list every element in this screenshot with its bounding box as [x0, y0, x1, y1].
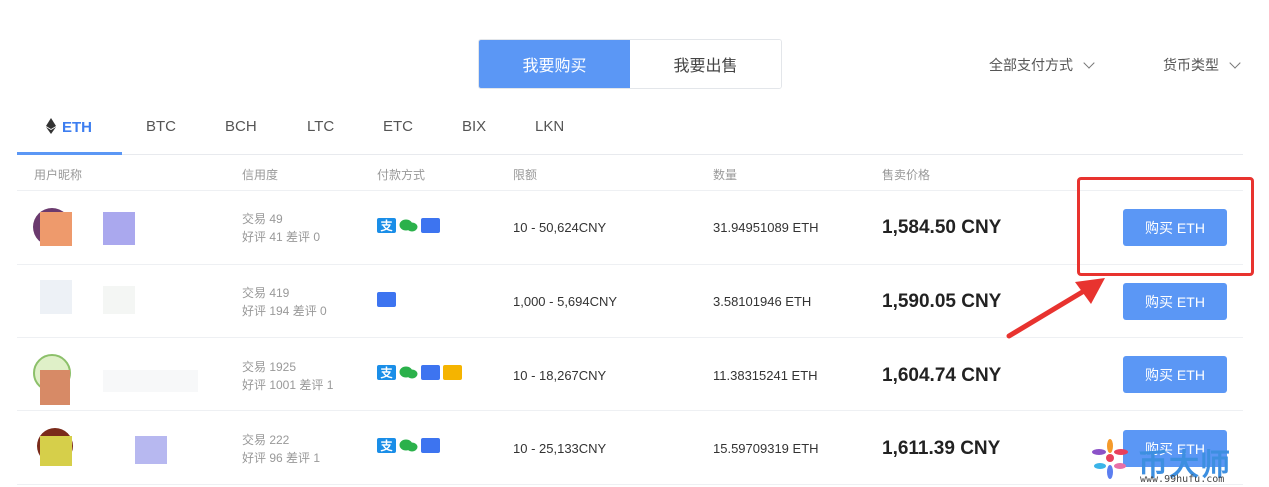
tab-lkn[interactable]: LKN: [535, 118, 564, 135]
bank-card-icon: [377, 292, 396, 307]
currency-type-label: 货币类型: [1163, 57, 1219, 73]
tab-ltc[interactable]: LTC: [307, 118, 334, 135]
sell-price: 1,611.39 CNY: [882, 438, 1001, 459]
bank-card-icon: [421, 438, 440, 453]
highlight-box: [1077, 177, 1254, 276]
chevron-down-icon: [1083, 57, 1095, 69]
column-amount: 数量: [713, 168, 738, 182]
row-divider: [17, 410, 1243, 411]
column-price: 售卖价格: [882, 168, 931, 182]
wechat-icon: [399, 439, 418, 452]
buy-sell-toggle: 我要购买 我要出售: [478, 39, 782, 89]
column-credit: 信用度: [242, 168, 279, 182]
payment-method-dropdown[interactable]: 全部支付方式: [989, 55, 1095, 75]
trade-count: 交易 419: [242, 286, 290, 300]
available-amount: 31.94951089 ETH: [713, 220, 819, 235]
user-nickname[interactable]: [135, 436, 167, 464]
payment-method-label: 全部支付方式: [989, 57, 1073, 73]
user-nickname[interactable]: [103, 370, 198, 392]
alipay-icon: 支: [377, 218, 396, 233]
available-amount: 15.59709319 ETH: [713, 441, 819, 456]
tab-btc[interactable]: BTC: [146, 118, 176, 135]
payment-methods: 支: [377, 438, 440, 453]
ethereum-icon: [46, 118, 56, 134]
wechat-icon: [399, 219, 418, 232]
review-summary: 好评 96 差评 1: [242, 451, 321, 465]
available-amount: 11.38315241 ETH: [713, 368, 818, 383]
payment-methods: 支: [377, 365, 462, 380]
chevron-down-icon: [1229, 57, 1241, 69]
tab-bix[interactable]: BIX: [462, 118, 486, 135]
avatar: [40, 436, 72, 466]
sell-price: 1,604.74 CNY: [882, 365, 1002, 386]
sell-tab-button[interactable]: 我要出售: [630, 40, 781, 88]
tab-etc[interactable]: ETC: [383, 118, 413, 135]
trade-limit: 10 - 50,624CNY: [513, 220, 607, 235]
row-divider: [17, 190, 1243, 191]
buy-tab-button[interactable]: 我要购买: [479, 40, 630, 88]
review-summary: 好评 194 差评 0: [242, 304, 327, 318]
sell-price: 1,590.05 CNY: [882, 291, 1002, 312]
bank-card-icon: [421, 365, 440, 380]
trade-count: 交易 49: [242, 212, 283, 226]
user-nickname[interactable]: [103, 212, 135, 245]
tab-eth[interactable]: ETH: [46, 118, 92, 136]
row-divider: [17, 484, 1243, 485]
annotation-arrow-icon: [1006, 278, 1105, 339]
trade-limit: 10 - 18,267CNY: [513, 368, 607, 383]
review-summary: 好评 1001 差评 1: [242, 378, 334, 392]
sell-price: 1,584.50 CNY: [882, 217, 1002, 238]
avatar: [40, 370, 70, 405]
trade-count: 交易 1925: [242, 360, 297, 374]
wechat-icon: [399, 366, 418, 379]
buy-eth-button[interactable]: 购买 ETH: [1123, 356, 1227, 393]
available-amount: 3.58101946 ETH: [713, 294, 812, 309]
coin-tabs: ETH BTC BCH LTC ETC BIX LKN: [17, 108, 1243, 155]
tab-bch[interactable]: BCH: [225, 118, 257, 135]
column-limit: 限额: [513, 168, 538, 182]
watermark-url: www.99hufu.com: [1140, 474, 1225, 485]
active-tab-indicator: [17, 152, 122, 155]
payment-methods: [377, 292, 396, 307]
alipay-icon: 支: [377, 438, 396, 453]
buy-eth-button[interactable]: 购买 ETH: [1123, 283, 1227, 320]
currency-type-dropdown[interactable]: 货币类型: [1163, 55, 1241, 75]
avatar: [40, 212, 72, 246]
bank-card-icon: [421, 218, 440, 233]
trade-count: 交易 222: [242, 433, 290, 447]
user-nickname[interactable]: [103, 286, 135, 314]
trade-limit: 1,000 - 5,694CNY: [513, 294, 618, 309]
column-user: 用户昵称: [34, 168, 83, 182]
other-payment-icon: [443, 365, 462, 380]
payment-methods: 支: [377, 218, 440, 233]
avatar: [40, 280, 72, 314]
trade-limit: 10 - 25,133CNY: [513, 441, 607, 456]
row-divider: [17, 264, 1243, 265]
review-summary: 好评 41 差评 0: [242, 230, 321, 244]
tab-eth-label: ETH: [62, 119, 92, 136]
alipay-icon: 支: [377, 365, 396, 380]
column-payment: 付款方式: [377, 168, 426, 182]
